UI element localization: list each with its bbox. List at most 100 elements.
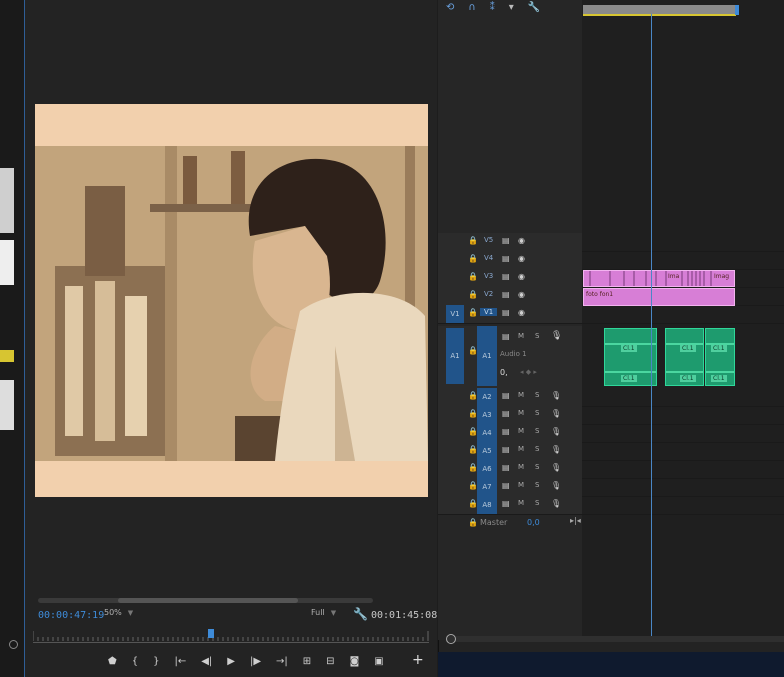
- track-name[interactable]: A4: [477, 424, 497, 442]
- film-icon[interactable]: ▤: [502, 499, 510, 508]
- magnet-icon[interactable]: ∩: [468, 2, 475, 14]
- microphone-icon[interactable]: 🎙: [551, 427, 561, 436]
- video-clip-v2[interactable]: foto fon1: [583, 288, 735, 306]
- audio-clip[interactable]: Cl.1 Cl.1: [665, 328, 704, 386]
- current-timecode[interactable]: 00:00:47:19: [38, 610, 104, 621]
- eye-icon[interactable]: ◉: [518, 254, 525, 263]
- film-icon[interactable]: ▤: [502, 463, 510, 472]
- zoom-level-select[interactable]: 50% ▼: [104, 608, 133, 617]
- lock-icon[interactable]: 🔒: [468, 254, 478, 263]
- track-v1[interactable]: V1 🔒 V1 ▤ ◉: [438, 305, 784, 324]
- track-name[interactable]: A8: [477, 496, 497, 514]
- track-name-a1[interactable]: A1: [477, 326, 497, 386]
- film-icon[interactable]: ▤: [502, 272, 510, 281]
- eye-icon[interactable]: ◉: [518, 290, 525, 299]
- film-icon[interactable]: ▤: [502, 290, 510, 299]
- work-area-bar[interactable]: [583, 5, 736, 16]
- zoom-handle[interactable]: [446, 634, 456, 644]
- mute-button[interactable]: M: [518, 499, 524, 507]
- marker-icon[interactable]: ⬟: [108, 651, 117, 673]
- mark-out-icon[interactable]: }: [153, 651, 159, 673]
- thumbnail[interactable]: [0, 350, 14, 362]
- thumbnail[interactable]: [0, 240, 14, 285]
- track-name[interactable]: V1: [480, 308, 498, 316]
- track-a5[interactable]: 🔒 A5 ▤ M S 🎙: [438, 442, 784, 461]
- time-ruler[interactable]: [33, 625, 429, 643]
- eye-icon[interactable]: ◉: [518, 272, 525, 281]
- lock-icon[interactable]: 🔒: [468, 308, 478, 317]
- solo-button[interactable]: S: [535, 409, 539, 417]
- eye-icon[interactable]: ◉: [518, 236, 525, 245]
- mute-button[interactable]: M: [518, 427, 524, 435]
- thumbnail[interactable]: [0, 168, 14, 233]
- track-a2[interactable]: 🔒 A2 ▤ M S 🎙: [438, 388, 784, 407]
- microphone-icon[interactable]: 🎙: [551, 499, 561, 508]
- wrench-icon[interactable]: 🔧: [353, 607, 368, 621]
- track-a3[interactable]: 🔒 A3 ▤ M S 🎙: [438, 406, 784, 425]
- film-icon[interactable]: ▤: [502, 236, 510, 245]
- camera-icon[interactable]: ◙: [350, 651, 360, 673]
- audio-clip[interactable]: Cl.1 Cl.1: [705, 328, 735, 386]
- track-name[interactable]: A5: [477, 442, 497, 460]
- compare-icon[interactable]: ▣: [374, 651, 383, 673]
- solo-button[interactable]: S: [535, 391, 539, 399]
- microphone-icon[interactable]: 🎙: [551, 331, 562, 341]
- lock-icon[interactable]: 🔒: [468, 290, 478, 299]
- track-name[interactable]: A7: [477, 478, 497, 496]
- eye-icon[interactable]: ◉: [518, 308, 525, 317]
- solo-button[interactable]: S: [535, 427, 539, 435]
- solo-button[interactable]: S: [535, 332, 539, 340]
- monitor-scrollbar[interactable]: [38, 598, 373, 603]
- track-a6[interactable]: 🔒 A6 ▤ M S 🎙: [438, 460, 784, 479]
- film-icon[interactable]: ▤: [502, 254, 510, 263]
- source-patch-a1[interactable]: A1: [446, 328, 464, 384]
- step-back-icon[interactable]: ◀|: [201, 651, 212, 673]
- solo-button[interactable]: S: [535, 463, 539, 471]
- snap-icon[interactable]: ⟲: [446, 2, 454, 14]
- wrench-icon[interactable]: 🔧: [528, 2, 540, 14]
- film-icon[interactable]: ▤: [502, 481, 510, 490]
- track-name[interactable]: A2: [477, 388, 497, 406]
- linked-selection-icon[interactable]: ⁑: [490, 2, 495, 14]
- mute-button[interactable]: M: [518, 332, 524, 340]
- microphone-icon[interactable]: 🎙: [551, 481, 561, 490]
- microphone-icon[interactable]: 🎙: [551, 463, 561, 472]
- video-clip-v3[interactable]: Ima Imag: [583, 270, 735, 287]
- source-patch-v1[interactable]: V1: [446, 305, 464, 323]
- solo-button[interactable]: S: [535, 481, 539, 489]
- mute-button[interactable]: M: [518, 445, 524, 453]
- step-forward-icon[interactable]: |▶: [250, 651, 261, 673]
- master-volume[interactable]: 0,0: [527, 518, 540, 527]
- mark-in-icon[interactable]: {: [132, 651, 138, 673]
- scrollbar-thumb[interactable]: [118, 598, 298, 603]
- film-icon[interactable]: ▤: [502, 308, 510, 317]
- lock-icon[interactable]: 🔒: [468, 518, 478, 527]
- panel-circle-handle[interactable]: [9, 640, 18, 649]
- film-icon[interactable]: ▤: [502, 332, 510, 341]
- film-icon[interactable]: ▤: [502, 445, 510, 454]
- go-to-end-icon[interactable]: ▸|◂: [570, 516, 581, 525]
- resolution-select[interactable]: Full ▼: [311, 608, 336, 617]
- extract-icon[interactable]: ⊟: [326, 651, 334, 673]
- audio-clip[interactable]: Cl.1 Cl.1: [604, 328, 657, 386]
- track-name[interactable]: A6: [477, 460, 497, 478]
- work-area-handle[interactable]: [735, 5, 739, 15]
- microphone-icon[interactable]: 🎙: [551, 445, 561, 454]
- mute-button[interactable]: M: [518, 481, 524, 489]
- microphone-icon[interactable]: 🎙: [551, 409, 561, 418]
- film-icon[interactable]: ▤: [502, 391, 510, 400]
- track-a7[interactable]: 🔒 A7 ▤ M S 🎙: [438, 478, 784, 497]
- track-v5[interactable]: 🔒 V5 ▤ ◉: [438, 233, 784, 252]
- mute-button[interactable]: M: [518, 409, 524, 417]
- lock-icon[interactable]: 🔒: [468, 272, 478, 281]
- playhead-marker[interactable]: [208, 629, 214, 638]
- go-to-in-icon[interactable]: |←: [174, 651, 186, 673]
- go-to-out-icon[interactable]: →|: [276, 651, 288, 673]
- timeline-scrollbar[interactable]: [446, 636, 784, 642]
- film-icon[interactable]: ▤: [502, 427, 510, 436]
- microphone-icon[interactable]: 🎙: [551, 391, 561, 400]
- track-a4[interactable]: 🔒 A4 ▤ M S 🎙: [438, 424, 784, 443]
- lock-icon[interactable]: 🔒: [468, 236, 478, 245]
- solo-button[interactable]: S: [535, 499, 539, 507]
- lift-icon[interactable]: ⊞: [303, 651, 311, 673]
